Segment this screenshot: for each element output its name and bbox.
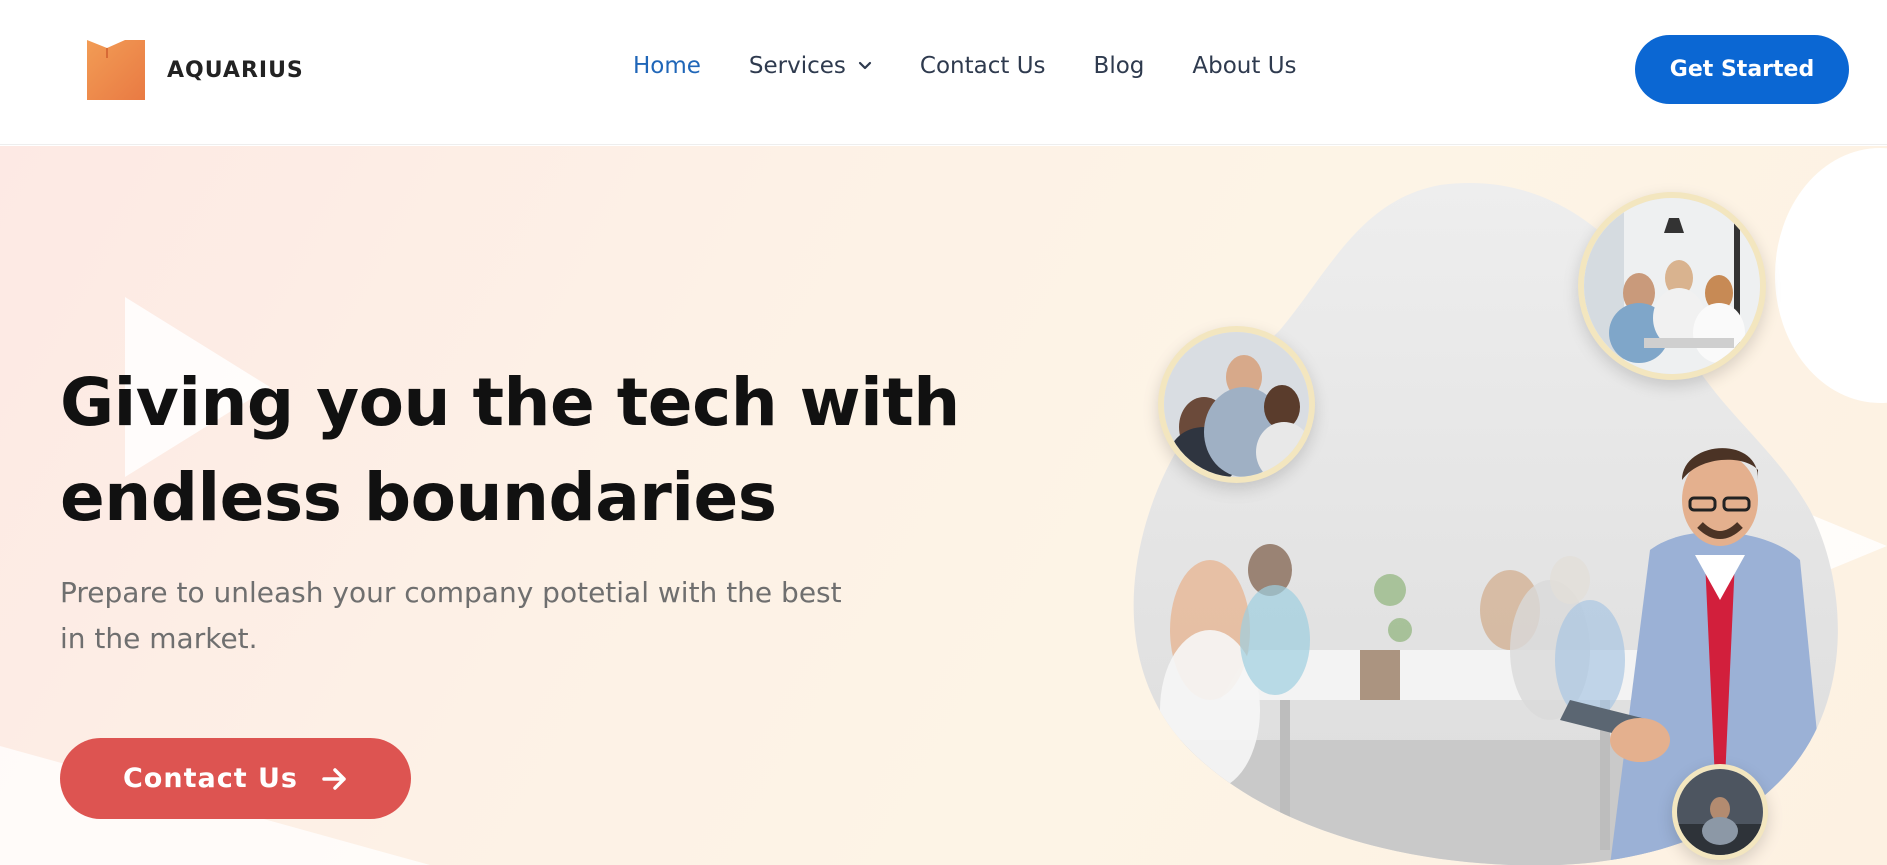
team-photo-bubble-left [1158, 326, 1315, 483]
team-photo-bubble-top [1578, 192, 1766, 380]
get-started-button[interactable]: Get Started [1635, 35, 1849, 104]
main-nav: Home Services Contact Us Blog About Us [633, 53, 1345, 79]
nav-about-us[interactable]: About Us [1192, 53, 1296, 79]
contact-us-button[interactable]: Contact Us [60, 738, 411, 819]
arrow-right-icon [322, 767, 346, 790]
hero-headline: Giving you the tech with endless boundar… [60, 355, 960, 545]
logo-text: AQUARIUS [167, 57, 304, 83]
contact-us-button-label: Contact Us [122, 763, 299, 794]
logo[interactable]: AQUARIUS [85, 38, 304, 102]
headline-line-1: Giving you the tech with [60, 364, 960, 441]
team-photo [1164, 332, 1309, 477]
subtext-line-2: in the market. [60, 622, 258, 655]
meeting-photo [1677, 769, 1763, 855]
hero-subtext: Prepare to unleash your company potetial… [60, 570, 890, 662]
book-logo-icon [87, 40, 145, 100]
team-photo-bubble-bottom [1672, 764, 1768, 860]
nav-services[interactable]: Services [749, 53, 872, 79]
office-photo [1584, 198, 1760, 374]
nav-contact-us[interactable]: Contact Us [920, 53, 1046, 79]
site-header: AQUARIUS Home Services Contact Us Blog A… [0, 0, 1887, 145]
subtext-line-1: Prepare to unleash your company potetial… [60, 576, 842, 609]
chevron-down-icon [858, 61, 872, 70]
headline-line-2: endless boundaries [60, 459, 777, 536]
nav-services-label: Services [748, 53, 846, 79]
nav-home[interactable]: Home [633, 53, 701, 79]
nav-blog[interactable]: Blog [1094, 53, 1145, 79]
